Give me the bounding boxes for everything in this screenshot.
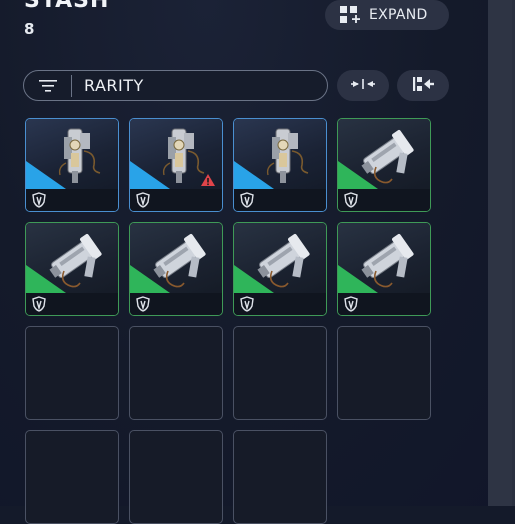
scrollbar-thumb[interactable] [488, 0, 512, 506]
stash-item-slot[interactable] [25, 222, 119, 316]
cannon-icon [356, 123, 418, 187]
filter-lines-icon [24, 74, 72, 97]
empty-slot[interactable] [233, 430, 327, 524]
stash-item-slot[interactable] [129, 118, 223, 212]
stash-item-slot[interactable] [233, 222, 327, 316]
shield-icon [344, 192, 358, 208]
shield-icon [240, 296, 254, 312]
empty-slot[interactable] [25, 326, 119, 420]
ornate-gun-icon [252, 123, 314, 187]
stash-item-slot[interactable] [129, 222, 223, 316]
stack-left-button[interactable] [397, 70, 449, 101]
shield-icon [32, 192, 46, 208]
expand-button[interactable]: EXPAND [325, 0, 449, 30]
stash-item-slot[interactable] [25, 118, 119, 212]
empty-slot[interactable] [129, 326, 223, 420]
sort-dropdown[interactable]: RARITY [23, 70, 328, 101]
cannon-icon [356, 227, 418, 291]
page-title: STASH [24, 0, 110, 13]
collapse-button[interactable] [337, 70, 389, 101]
cannon-icon [148, 227, 210, 291]
stash-item-slot[interactable] [337, 118, 431, 212]
shield-icon [136, 296, 150, 312]
shield-icon [344, 296, 358, 312]
empty-slot[interactable] [337, 326, 431, 420]
stash-item-slot[interactable] [233, 118, 327, 212]
cannon-icon [44, 227, 106, 291]
empty-slot[interactable] [25, 430, 119, 524]
shield-icon [240, 192, 254, 208]
shield-icon [32, 296, 46, 312]
cannon-icon [252, 227, 314, 291]
warning-triangle-icon [200, 172, 216, 186]
item-count: 8 [24, 20, 35, 38]
stash-item-slot[interactable] [337, 222, 431, 316]
collapse-arrows-icon [351, 76, 375, 95]
grid-plus-icon [339, 5, 361, 25]
expand-label: EXPAND [369, 7, 428, 23]
stack-left-icon [411, 76, 435, 96]
ornate-gun-icon [44, 123, 106, 187]
shield-icon [136, 192, 150, 208]
sort-label: RARITY [84, 76, 144, 95]
empty-slot[interactable] [129, 430, 223, 524]
empty-slot[interactable] [233, 326, 327, 420]
